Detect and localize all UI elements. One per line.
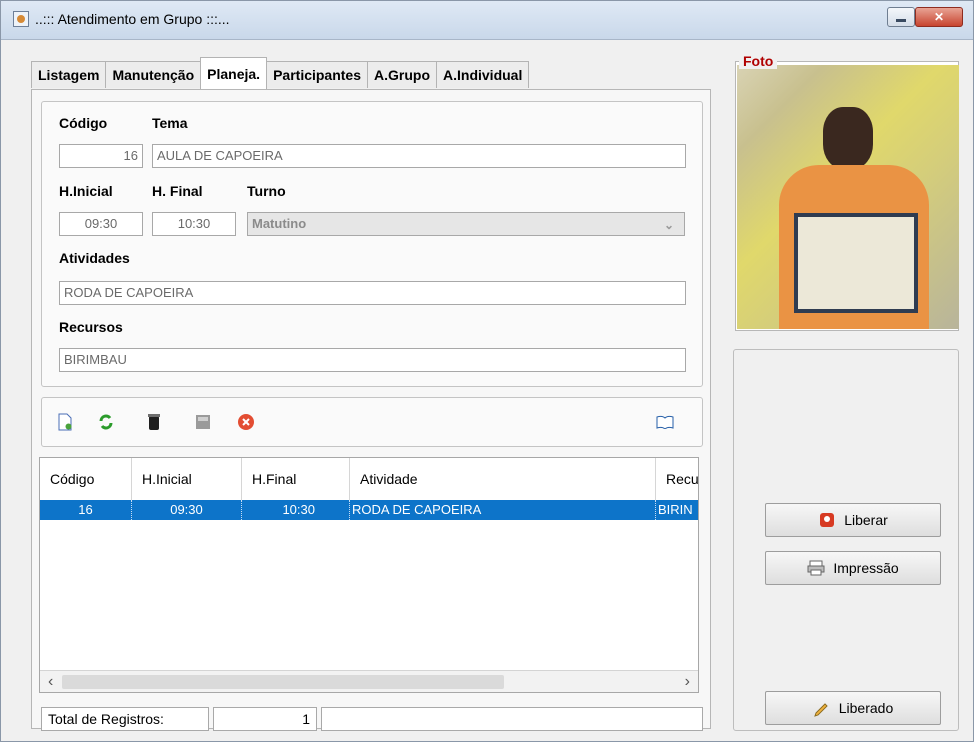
h-inicial-label: H.Inicial <box>59 183 113 199</box>
table-cell: 16 <box>40 500 132 520</box>
table-cell: 10:30 <box>242 500 350 520</box>
atividades-field[interactable]: RODA DE CAPOEIRA <box>59 281 686 305</box>
toolbar-group <box>41 397 703 447</box>
tema-field[interactable]: AULA DE CAPOEIRA <box>152 144 686 168</box>
photo-plate <box>794 213 918 313</box>
refresh-icon[interactable] <box>97 413 115 431</box>
chevron-right-icon[interactable]: › <box>685 673 690 691</box>
person-photo <box>737 65 959 329</box>
tab-listagem[interactable]: Listagem <box>31 61 107 88</box>
column-header[interactable]: Atividade <box>350 458 656 500</box>
trash-icon[interactable] <box>145 413 163 431</box>
liberar-label: Liberar <box>844 512 888 528</box>
tema-label: Tema <box>152 115 188 131</box>
impressao-label: Impressão <box>833 560 899 576</box>
cancel-icon[interactable] <box>237 413 255 431</box>
recursos-label: Recursos <box>59 319 123 335</box>
main-window: ..::: Atendimento em Grupo :::... ✕ List… <box>0 0 974 742</box>
total-registros-count: 1 <box>213 707 317 731</box>
tab-bar: Listagem Manutenção Planeja. Participant… <box>31 57 530 89</box>
close-button[interactable]: ✕ <box>915 7 963 27</box>
codigo-label: Código <box>59 115 108 131</box>
column-header[interactable]: Código <box>40 458 132 500</box>
printer-icon <box>807 559 825 577</box>
photo-head <box>823 107 873 169</box>
table-row[interactable]: 16 09:30 10:30 RODA DE CAPOEIRA BIRIN <box>40 500 698 520</box>
new-document-icon[interactable] <box>56 413 74 431</box>
tab-aindividual[interactable]: A.Individual <box>436 61 530 88</box>
recursos-field[interactable]: BIRIMBAU <box>59 348 686 372</box>
tab-manutencao[interactable]: Manutenção <box>105 61 202 88</box>
foto-legend: Foto <box>739 53 778 69</box>
h-final-field[interactable]: 10:30 <box>152 212 236 236</box>
column-header[interactable]: H.Final <box>242 458 350 500</box>
turno-value: Matutino <box>252 216 307 231</box>
minimize-icon <box>896 18 906 22</box>
horizontal-scrollbar[interactable]: ‹ › <box>40 670 698 692</box>
minimize-button[interactable] <box>887 7 915 27</box>
liberar-button[interactable]: Liberar <box>765 503 941 537</box>
tab-participantes[interactable]: Participantes <box>266 61 369 88</box>
atividades-label: Atividades <box>59 250 130 266</box>
planejamento-table[interactable]: Código H.Inicial H.Final Atividade Recu … <box>39 457 699 693</box>
h-final-label: H. Final <box>152 183 203 199</box>
impressao-button[interactable]: Impressão <box>765 551 941 585</box>
scrollbar-thumb[interactable] <box>62 675 504 689</box>
table-cell: 09:30 <box>132 500 242 520</box>
close-icon: ✕ <box>933 10 945 24</box>
total-registros-label: Total de Registros: <box>41 707 209 731</box>
column-header[interactable]: H.Inicial <box>132 458 242 500</box>
chevron-left-icon[interactable]: ‹ <box>48 673 53 691</box>
save-icon[interactable] <box>194 413 212 431</box>
turno-label: Turno <box>247 183 286 199</box>
tab-agrupo[interactable]: A.Grupo <box>367 61 438 88</box>
pencil-icon <box>813 699 831 717</box>
actions-panel <box>733 349 959 731</box>
chevron-down-icon: ⌄ <box>663 218 674 232</box>
turno-select[interactable]: Matutino ⌄ <box>247 212 685 236</box>
java-app-icon <box>13 11 29 27</box>
liberado-label: Liberado <box>838 700 894 716</box>
column-header[interactable]: Recu <box>656 458 698 500</box>
codigo-field[interactable]: 16 <box>59 144 143 168</box>
h-inicial-field[interactable]: 09:30 <box>59 212 143 236</box>
book-icon[interactable] <box>656 413 674 431</box>
liberado-button[interactable]: Liberado <box>765 691 941 725</box>
table-cell: BIRIN <box>656 500 698 520</box>
status-empty-field <box>321 707 703 731</box>
table-cell: RODA DE CAPOEIRA <box>350 500 656 520</box>
title-bar: ..::: Atendimento em Grupo :::... ✕ <box>1 1 973 40</box>
window-title: ..::: Atendimento em Grupo :::... <box>35 11 230 27</box>
tab-planejamento[interactable]: Planeja. <box>200 57 268 89</box>
unlock-icon <box>818 511 836 529</box>
table-header: Código H.Inicial H.Final Atividade Recu <box>40 458 698 501</box>
